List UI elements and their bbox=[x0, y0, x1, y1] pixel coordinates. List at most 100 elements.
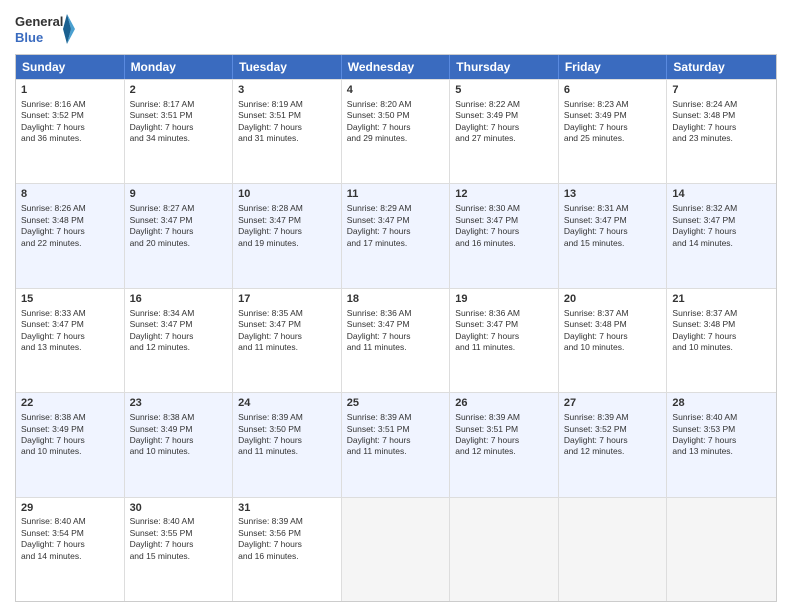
day-info-line: Sunrise: 8:19 AM bbox=[238, 99, 336, 110]
day-number: 8 bbox=[21, 187, 119, 202]
day-info-line: Daylight: 7 hours bbox=[21, 435, 119, 446]
day-info-line: Daylight: 7 hours bbox=[455, 435, 553, 446]
day-info-line: Sunset: 3:48 PM bbox=[672, 319, 771, 330]
day-info-line: Daylight: 7 hours bbox=[455, 122, 553, 133]
day-header-thursday: Thursday bbox=[450, 55, 559, 79]
day-info-line: and 14 minutes. bbox=[21, 551, 119, 562]
day-info-line: Sunrise: 8:17 AM bbox=[130, 99, 228, 110]
day-info-line: Sunrise: 8:36 AM bbox=[347, 308, 445, 319]
day-info-line: Daylight: 7 hours bbox=[672, 226, 771, 237]
day-info-line: Daylight: 7 hours bbox=[347, 435, 445, 446]
calendar: SundayMondayTuesdayWednesdayThursdayFrid… bbox=[15, 54, 777, 602]
day-header-tuesday: Tuesday bbox=[233, 55, 342, 79]
calendar-day-25: 25Sunrise: 8:39 AMSunset: 3:51 PMDayligh… bbox=[342, 393, 451, 496]
calendar-day-16: 16Sunrise: 8:34 AMSunset: 3:47 PMDayligh… bbox=[125, 289, 234, 392]
day-number: 10 bbox=[238, 187, 336, 202]
day-info-line: and 14 minutes. bbox=[672, 238, 771, 249]
day-info-line: Sunset: 3:49 PM bbox=[21, 424, 119, 435]
day-info-line: Daylight: 7 hours bbox=[672, 331, 771, 342]
day-number: 27 bbox=[564, 396, 662, 411]
day-info-line: Sunrise: 8:24 AM bbox=[672, 99, 771, 110]
day-info-line: Sunset: 3:47 PM bbox=[347, 215, 445, 226]
day-info-line: Sunset: 3:49 PM bbox=[564, 110, 662, 121]
day-info-line: Daylight: 7 hours bbox=[455, 226, 553, 237]
day-info-line: Sunrise: 8:20 AM bbox=[347, 99, 445, 110]
day-info-line: Sunset: 3:47 PM bbox=[130, 215, 228, 226]
calendar-day-2: 2Sunrise: 8:17 AMSunset: 3:51 PMDaylight… bbox=[125, 80, 234, 183]
day-info-line: Sunrise: 8:35 AM bbox=[238, 308, 336, 319]
day-info-line: Sunrise: 8:34 AM bbox=[130, 308, 228, 319]
day-info-line: and 11 minutes. bbox=[455, 342, 553, 353]
day-info-line: Sunrise: 8:39 AM bbox=[455, 412, 553, 423]
day-info-line: Sunset: 3:48 PM bbox=[672, 110, 771, 121]
day-info-line: Daylight: 7 hours bbox=[347, 226, 445, 237]
day-number: 26 bbox=[455, 396, 553, 411]
day-info-line: Sunset: 3:47 PM bbox=[564, 215, 662, 226]
day-info-line: Sunrise: 8:38 AM bbox=[130, 412, 228, 423]
calendar-day-12: 12Sunrise: 8:30 AMSunset: 3:47 PMDayligh… bbox=[450, 184, 559, 287]
day-number: 15 bbox=[21, 292, 119, 307]
day-info-line: and 12 minutes. bbox=[455, 446, 553, 457]
day-info-line: and 15 minutes. bbox=[564, 238, 662, 249]
day-number: 12 bbox=[455, 187, 553, 202]
day-info-line: Daylight: 7 hours bbox=[238, 226, 336, 237]
day-number: 28 bbox=[672, 396, 771, 411]
day-info-line: Sunrise: 8:28 AM bbox=[238, 203, 336, 214]
day-number: 4 bbox=[347, 83, 445, 98]
day-info-line: and 31 minutes. bbox=[238, 133, 336, 144]
day-number: 18 bbox=[347, 292, 445, 307]
day-info-line: Daylight: 7 hours bbox=[21, 331, 119, 342]
calendar-day-1: 1Sunrise: 8:16 AMSunset: 3:52 PMDaylight… bbox=[16, 80, 125, 183]
day-number: 19 bbox=[455, 292, 553, 307]
day-info-line: and 19 minutes. bbox=[238, 238, 336, 249]
day-info-line: Daylight: 7 hours bbox=[21, 226, 119, 237]
day-info-line: and 34 minutes. bbox=[130, 133, 228, 144]
day-number: 25 bbox=[347, 396, 445, 411]
day-info-line: and 29 minutes. bbox=[347, 133, 445, 144]
day-info-line: Sunset: 3:47 PM bbox=[130, 319, 228, 330]
day-info-line: Daylight: 7 hours bbox=[455, 331, 553, 342]
day-info-line: Sunset: 3:56 PM bbox=[238, 528, 336, 539]
day-info-line: Sunset: 3:51 PM bbox=[455, 424, 553, 435]
day-info-line: Daylight: 7 hours bbox=[564, 331, 662, 342]
day-info-line: Sunrise: 8:23 AM bbox=[564, 99, 662, 110]
calendar-day-19: 19Sunrise: 8:36 AMSunset: 3:47 PMDayligh… bbox=[450, 289, 559, 392]
day-number: 2 bbox=[130, 83, 228, 98]
day-info-line: Daylight: 7 hours bbox=[238, 539, 336, 550]
day-info-line: and 10 minutes. bbox=[21, 446, 119, 457]
day-number: 7 bbox=[672, 83, 771, 98]
day-info-line: Sunset: 3:52 PM bbox=[21, 110, 119, 121]
day-info-line: Sunrise: 8:27 AM bbox=[130, 203, 228, 214]
day-info-line: Sunset: 3:47 PM bbox=[672, 215, 771, 226]
day-info-line: Sunrise: 8:32 AM bbox=[672, 203, 771, 214]
day-info-line: Daylight: 7 hours bbox=[21, 539, 119, 550]
day-number: 17 bbox=[238, 292, 336, 307]
day-info-line: and 25 minutes. bbox=[564, 133, 662, 144]
svg-text:General: General bbox=[15, 14, 63, 29]
day-info-line: and 11 minutes. bbox=[238, 446, 336, 457]
day-number: 11 bbox=[347, 187, 445, 202]
day-info-line: and 12 minutes. bbox=[564, 446, 662, 457]
day-info-line: Sunset: 3:47 PM bbox=[238, 215, 336, 226]
calendar-day-5: 5Sunrise: 8:22 AMSunset: 3:49 PMDaylight… bbox=[450, 80, 559, 183]
calendar-day-18: 18Sunrise: 8:36 AMSunset: 3:47 PMDayligh… bbox=[342, 289, 451, 392]
day-info-line: Daylight: 7 hours bbox=[347, 122, 445, 133]
day-info-line: Sunset: 3:53 PM bbox=[672, 424, 771, 435]
day-info-line: Sunrise: 8:37 AM bbox=[564, 308, 662, 319]
calendar-day-10: 10Sunrise: 8:28 AMSunset: 3:47 PMDayligh… bbox=[233, 184, 342, 287]
day-number: 23 bbox=[130, 396, 228, 411]
calendar-day-empty bbox=[342, 498, 451, 601]
logo: General Blue bbox=[15, 10, 75, 48]
day-info-line: Sunrise: 8:39 AM bbox=[347, 412, 445, 423]
day-number: 21 bbox=[672, 292, 771, 307]
day-info-line: and 11 minutes. bbox=[238, 342, 336, 353]
day-info-line: Sunrise: 8:39 AM bbox=[564, 412, 662, 423]
calendar-day-empty bbox=[667, 498, 776, 601]
calendar-day-3: 3Sunrise: 8:19 AMSunset: 3:51 PMDaylight… bbox=[233, 80, 342, 183]
day-number: 22 bbox=[21, 396, 119, 411]
day-info-line: Sunrise: 8:16 AM bbox=[21, 99, 119, 110]
day-number: 9 bbox=[130, 187, 228, 202]
day-number: 24 bbox=[238, 396, 336, 411]
day-info-line: Daylight: 7 hours bbox=[130, 539, 228, 550]
day-info-line: Daylight: 7 hours bbox=[130, 435, 228, 446]
